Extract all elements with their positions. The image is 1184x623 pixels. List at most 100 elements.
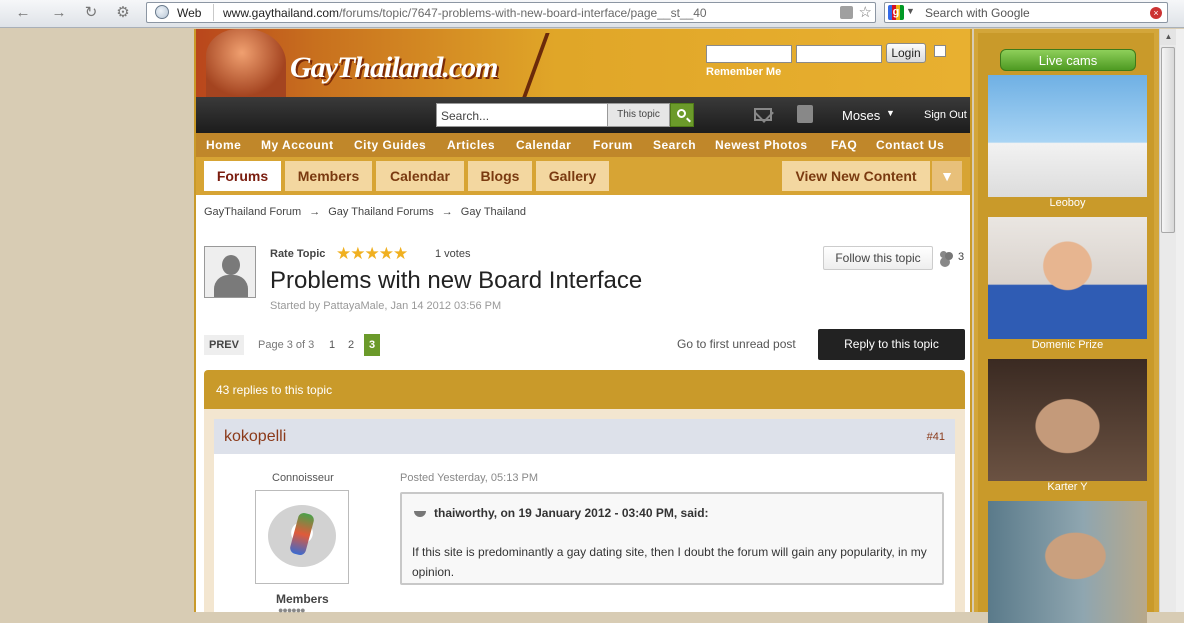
- cam-tile[interactable]: Domenic Prize: [988, 217, 1147, 351]
- breadcrumb-item[interactable]: GayThailand Forum: [204, 206, 301, 218]
- quote-icon[interactable]: [414, 507, 428, 517]
- nav-faq[interactable]: FAQ: [831, 138, 857, 152]
- reply-to-topic-button[interactable]: Reply to this topic: [818, 329, 965, 360]
- site-logo[interactable]: GayThailand.com: [290, 51, 498, 85]
- search-icon: [677, 109, 686, 118]
- tab-forums[interactable]: Forums: [204, 161, 281, 191]
- star-icon[interactable]: ★: [379, 244, 394, 263]
- banner-photo: [206, 29, 286, 97]
- avatar[interactable]: [255, 490, 349, 584]
- breadcrumb-item[interactable]: Gay Thailand Forums: [328, 206, 434, 218]
- replies-count: 43 replies to this topic: [216, 383, 333, 397]
- rate-topic-label: Rate Topic: [270, 248, 326, 260]
- post-author-link[interactable]: kokopelli: [224, 428, 286, 446]
- live-cams-button[interactable]: Live cams: [1000, 49, 1136, 71]
- star-icon[interactable]: ★: [393, 244, 408, 263]
- username-field[interactable]: [706, 45, 792, 63]
- page-link-2[interactable]: 2: [348, 339, 354, 351]
- nav-home[interactable]: Home: [206, 138, 241, 152]
- tab-blogs[interactable]: Blogs: [468, 161, 532, 191]
- forward-icon[interactable]: →: [48, 4, 70, 22]
- post: kokopelli #41 Connoisseur Members ●●●●●●…: [204, 409, 965, 615]
- scroll-up-icon[interactable]: ▲: [1160, 29, 1177, 45]
- search-submit-button[interactable]: [670, 103, 694, 127]
- login-button[interactable]: Login: [886, 43, 926, 63]
- bookmark-star-icon[interactable]: ☆: [859, 3, 872, 21]
- address-bar[interactable]: Web www.gaythailand.com/forums/topic/764…: [146, 2, 876, 23]
- scrollbar-thumb[interactable]: [1161, 47, 1175, 233]
- url-domain: www.gaythailand.com: [223, 6, 340, 20]
- live-cams-sidebar: Live cams Leoboy Domenic Prize Karter Y: [974, 29, 1159, 623]
- profile-card-icon[interactable]: [797, 105, 813, 123]
- nav-articles[interactable]: Articles: [447, 138, 495, 152]
- user-bar: Search... This topic Moses ▼ Sign Out: [196, 97, 970, 133]
- main-navigation: Home My Account City Guides Articles Cal…: [196, 133, 970, 157]
- key-icon[interactable]: ⚙: [112, 4, 134, 22]
- search-scope-selector[interactable]: This topic: [608, 103, 670, 127]
- rating-stars[interactable]: ★★★★★: [336, 244, 408, 264]
- sign-out-link[interactable]: Sign Out: [924, 109, 967, 121]
- chevron-down-icon[interactable]: ▼: [886, 108, 895, 118]
- nav-city-guides[interactable]: City Guides: [354, 138, 426, 152]
- cam-name[interactable]: Leoboy: [988, 197, 1147, 209]
- password-field[interactable]: [796, 45, 882, 63]
- cam-tile[interactable]: Karter Y: [988, 359, 1147, 493]
- reload-icon[interactable]: ↻: [80, 4, 102, 22]
- tab-members[interactable]: Members: [285, 161, 372, 191]
- cam-thumbnail[interactable]: [988, 501, 1147, 623]
- page-title: Problems with new Board Interface: [270, 267, 643, 294]
- cam-thumbnail[interactable]: [988, 359, 1147, 481]
- cam-name[interactable]: Karter Y: [988, 481, 1147, 493]
- search-engine-dropdown-icon[interactable]: ▼: [906, 6, 915, 16]
- followers-icon[interactable]: [940, 251, 954, 263]
- page-link-current[interactable]: 3: [364, 334, 380, 356]
- nav-my-account[interactable]: My Account: [261, 138, 334, 152]
- post-header: kokopelli #41: [214, 419, 955, 454]
- topic-starter-avatar[interactable]: [204, 246, 256, 298]
- cam-tile[interactable]: [988, 501, 1147, 623]
- nav-search[interactable]: Search: [653, 138, 696, 152]
- back-icon[interactable]: ←: [12, 4, 34, 22]
- first-unread-link[interactable]: Go to first unread post: [677, 337, 796, 351]
- quote-citation: thaiworthy, on 19 January 2012 - 03:40 P…: [434, 506, 709, 520]
- cam-tile[interactable]: Leoboy: [988, 75, 1147, 209]
- avatar-head: [222, 255, 240, 275]
- prev-page-button[interactable]: PREV: [204, 335, 244, 355]
- page-info: Page 3 of 3: [258, 339, 315, 351]
- google-search-box[interactable]: g ▼ Search with Google ×: [884, 2, 1168, 23]
- replies-header: 43 replies to this topic: [204, 370, 965, 409]
- page-scrollbar[interactable]: ▲: [1159, 29, 1177, 612]
- cam-name[interactable]: Domenic Prize: [988, 339, 1147, 351]
- tab-gallery[interactable]: Gallery: [536, 161, 609, 191]
- author-group: Members: [276, 592, 329, 606]
- follow-topic-button[interactable]: Follow this topic: [823, 246, 933, 270]
- chevron-down-icon[interactable]: ▼: [932, 161, 962, 191]
- breadcrumb: GayThailand Forum → Gay Thailand Forums → Ga…: [204, 206, 526, 218]
- nav-contact-us[interactable]: Contact Us: [876, 138, 944, 152]
- author-rank-pips: ●●●●●●: [278, 605, 306, 615]
- star-icon[interactable]: ★: [365, 244, 380, 263]
- messages-icon[interactable]: [754, 108, 772, 121]
- site-search-input[interactable]: Search...: [436, 103, 608, 127]
- view-new-content-button[interactable]: View New Content: [782, 161, 930, 191]
- post-number-link[interactable]: #41: [927, 431, 945, 443]
- user-menu-name[interactable]: Moses: [842, 108, 880, 123]
- nav-calendar[interactable]: Calendar: [516, 138, 571, 152]
- breadcrumb-item[interactable]: Gay Thailand: [461, 206, 526, 218]
- page-link-1[interactable]: 1: [329, 339, 335, 351]
- rss-icon[interactable]: [840, 6, 853, 19]
- section-tabs: Forums Members Calendar Blogs Gallery Vi…: [196, 157, 970, 195]
- remember-me-checkbox[interactable]: [934, 45, 946, 57]
- site-search-placeholder: Search...: [441, 109, 490, 123]
- avatar-body: [214, 275, 248, 297]
- breadcrumb-separator: →: [441, 206, 453, 218]
- nav-forum[interactable]: Forum: [593, 138, 633, 152]
- star-icon[interactable]: ★: [336, 244, 351, 263]
- nav-newest-photos[interactable]: Newest Photos: [715, 138, 808, 152]
- url-text: www.gaythailand.com/forums/topic/7647-pr…: [223, 6, 707, 20]
- clear-search-icon[interactable]: ×: [1150, 7, 1162, 19]
- tab-calendar[interactable]: Calendar: [376, 161, 464, 191]
- cam-thumbnail[interactable]: [988, 217, 1147, 339]
- cam-thumbnail[interactable]: [988, 75, 1147, 197]
- star-icon[interactable]: ★: [350, 244, 365, 263]
